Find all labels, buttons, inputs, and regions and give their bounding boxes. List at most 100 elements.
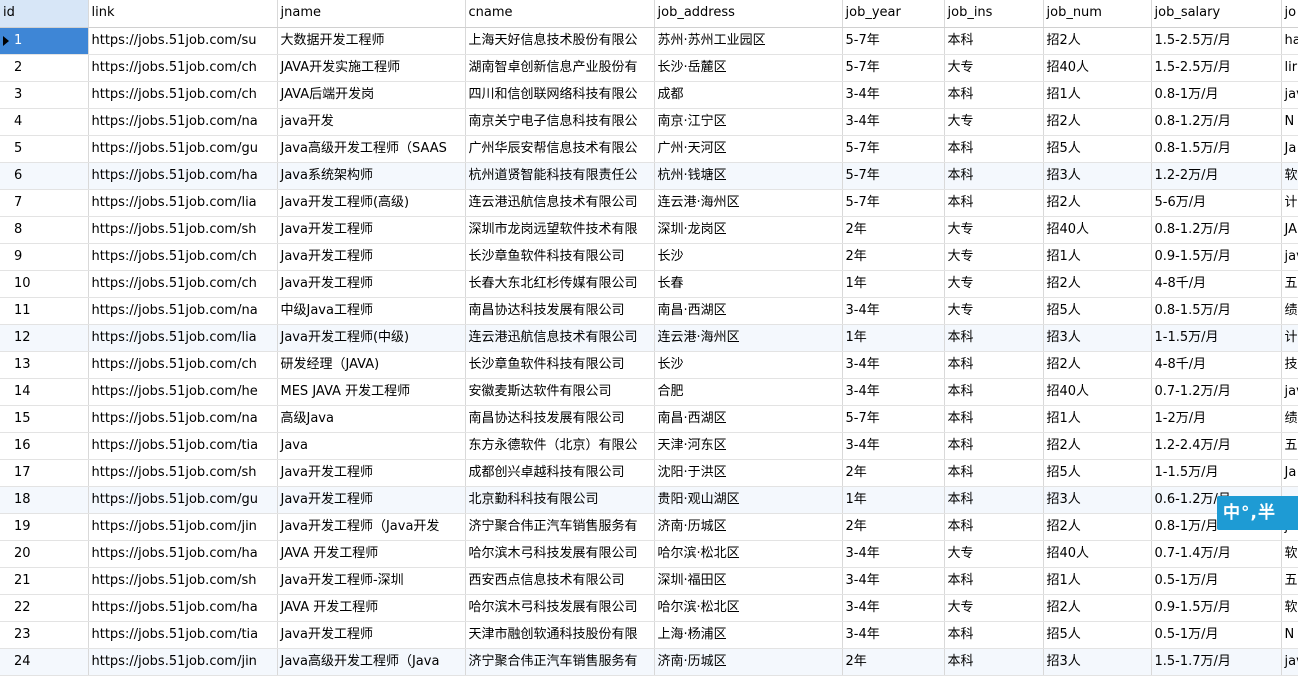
cell-job-address[interactable]: 连云港·海州区 xyxy=(654,189,843,217)
cell-job-ins[interactable]: 大专 xyxy=(944,297,1044,325)
cell-jname[interactable]: JAVA 开发工程师 xyxy=(277,594,466,622)
cell-cname[interactable]: 东方永德软件（北京）有限公 xyxy=(465,432,655,460)
table-row[interactable]: 4 https://jobs.51job.com/na java开发 南京关宁电子信息… xyxy=(0,108,1298,136)
cell-job-ins[interactable]: 本科 xyxy=(944,432,1044,460)
cell-jo[interactable]: N xyxy=(1281,621,1298,649)
cell-link[interactable]: https://jobs.51job.com/su xyxy=(88,27,278,55)
cell-cname[interactable]: 广州华辰安帮信息技术有限公 xyxy=(465,135,655,163)
cell-job-year[interactable]: 3-4年 xyxy=(842,594,945,622)
cell-job-ins[interactable]: 本科 xyxy=(944,351,1044,379)
cell-id[interactable]: 2 xyxy=(0,54,89,82)
cell-link[interactable]: https://jobs.51job.com/ch xyxy=(88,54,278,82)
cell-job-year[interactable]: 2年 xyxy=(842,459,945,487)
cell-job-address[interactable]: 连云港·海州区 xyxy=(654,324,843,352)
cell-job-num[interactable]: 招40人 xyxy=(1043,540,1152,568)
cell-job-salary[interactable]: 0.8-1.5万/月 xyxy=(1151,297,1282,325)
cell-jo[interactable]: jav xyxy=(1281,648,1298,676)
cell-job-address[interactable]: 合肥 xyxy=(654,378,843,406)
cell-job-salary[interactable]: 0.7-1.2万/月 xyxy=(1151,378,1282,406)
cell-id[interactable]: 14 xyxy=(0,378,89,406)
cell-job-address[interactable]: 沈阳·于洪区 xyxy=(654,459,843,487)
cell-job-year[interactable]: 5-7年 xyxy=(842,189,945,217)
cell-job-address[interactable]: 南昌·西湖区 xyxy=(654,297,843,325)
cell-cname[interactable]: 南昌协达科技发展有限公司 xyxy=(465,405,655,433)
cell-jo[interactable]: N xyxy=(1281,108,1298,136)
cell-job-address[interactable]: 天津·河东区 xyxy=(654,432,843,460)
cell-job-year[interactable]: 3-4年 xyxy=(842,432,945,460)
cell-link[interactable]: https://jobs.51job.com/he xyxy=(88,378,278,406)
cell-job-year[interactable]: 3-4年 xyxy=(842,621,945,649)
cell-jname[interactable]: Java系统架构师 xyxy=(277,162,466,190)
cell-cname[interactable]: 杭州道贤智能科技有限责任公 xyxy=(465,162,655,190)
cell-jo[interactable]: jav xyxy=(1281,378,1298,406)
cell-id[interactable]: 12 xyxy=(0,324,89,352)
cell-job-year[interactable]: 5-7年 xyxy=(842,135,945,163)
cell-jo[interactable]: 技 xyxy=(1281,351,1298,379)
cell-job-ins[interactable]: 本科 xyxy=(944,81,1044,109)
cell-jname[interactable]: Java开发工程师 xyxy=(277,270,466,298)
cell-job-year[interactable]: 5-7年 xyxy=(842,54,945,82)
table-row[interactable]: 22 https://jobs.51job.com/ha JAVA 开发工程师 哈尔滨… xyxy=(0,594,1298,622)
cell-job-salary[interactable]: 0.8-1.2万/月 xyxy=(1151,216,1282,244)
cell-job-ins[interactable]: 本科 xyxy=(944,486,1044,514)
cell-jo[interactable]: 软 xyxy=(1281,540,1298,568)
cell-job-year[interactable]: 3-4年 xyxy=(842,297,945,325)
cell-job-address[interactable]: 深圳·福田区 xyxy=(654,567,843,595)
cell-job-ins[interactable]: 大专 xyxy=(944,540,1044,568)
cell-job-num[interactable]: 招40人 xyxy=(1043,54,1152,82)
cell-jo[interactable]: 计 xyxy=(1281,189,1298,217)
cell-cname[interactable]: 连云港迅航信息技术有限公司 xyxy=(465,324,655,352)
cell-job-salary[interactable]: 0.8-1.5万/月 xyxy=(1151,135,1282,163)
cell-jname[interactable]: Java开发工程师（Java开发 xyxy=(277,513,466,541)
table-row[interactable]: 6 https://jobs.51job.com/ha Java系统架构师 杭州道贤智… xyxy=(0,162,1298,190)
cell-id[interactable]: 17 xyxy=(0,459,89,487)
cell-job-num[interactable]: 招2人 xyxy=(1043,513,1152,541)
ime-status-indicator[interactable]: 中°,半 xyxy=(1217,496,1298,530)
cell-link[interactable]: https://jobs.51job.com/ha xyxy=(88,162,278,190)
cell-jo[interactable]: lir xyxy=(1281,54,1298,82)
cell-jname[interactable]: 研发经理（JAVA) xyxy=(277,351,466,379)
column-header-cname[interactable]: cname xyxy=(465,0,655,28)
cell-link[interactable]: https://jobs.51job.com/ch xyxy=(88,81,278,109)
cell-cname[interactable]: 深圳市龙岗远望软件技术有限 xyxy=(465,216,655,244)
cell-id[interactable]: 6 xyxy=(0,162,89,190)
cell-job-ins[interactable]: 大专 xyxy=(944,54,1044,82)
cell-job-num[interactable]: 招5人 xyxy=(1043,135,1152,163)
cell-job-address[interactable]: 长春 xyxy=(654,270,843,298)
cell-jname[interactable]: 大数据开发工程师 xyxy=(277,27,466,55)
cell-job-ins[interactable]: 本科 xyxy=(944,162,1044,190)
cell-job-address[interactable]: 杭州·钱塘区 xyxy=(654,162,843,190)
column-header-job-year[interactable]: job_year xyxy=(842,0,945,28)
cell-job-num[interactable]: 招2人 xyxy=(1043,270,1152,298)
table-row[interactable]: 12 https://jobs.51job.com/lia Java开发工程师(中级… xyxy=(0,324,1298,352)
cell-link[interactable]: https://jobs.51job.com/gu xyxy=(88,135,278,163)
cell-job-salary[interactable]: 4-8千/月 xyxy=(1151,351,1282,379)
cell-jo[interactable]: 软 xyxy=(1281,162,1298,190)
cell-job-num[interactable]: 招5人 xyxy=(1043,459,1152,487)
cell-job-year[interactable]: 3-4年 xyxy=(842,567,945,595)
cell-job-num[interactable]: 招2人 xyxy=(1043,27,1152,55)
cell-job-ins[interactable]: 本科 xyxy=(944,567,1044,595)
cell-link[interactable]: https://jobs.51job.com/na xyxy=(88,297,278,325)
cell-job-year[interactable]: 3-4年 xyxy=(842,540,945,568)
cell-link[interactable]: https://jobs.51job.com/ch xyxy=(88,243,278,271)
cell-cname[interactable]: 天津市融创软通科技股份有限 xyxy=(465,621,655,649)
cell-job-year[interactable]: 1年 xyxy=(842,486,945,514)
cell-job-address[interactable]: 长沙 xyxy=(654,243,843,271)
cell-id[interactable]: 24 xyxy=(0,648,89,676)
cell-id[interactable]: 13 xyxy=(0,351,89,379)
cell-job-year[interactable]: 3-4年 xyxy=(842,108,945,136)
cell-jo[interactable]: 绩 xyxy=(1281,297,1298,325)
table-row[interactable]: 10 https://jobs.51job.com/ch Java开发工程师 长春大东… xyxy=(0,270,1298,298)
cell-id[interactable]: 22 xyxy=(0,594,89,622)
cell-job-ins[interactable]: 大专 xyxy=(944,216,1044,244)
cell-job-address[interactable]: 贵阳·观山湖区 xyxy=(654,486,843,514)
cell-job-num[interactable]: 招2人 xyxy=(1043,594,1152,622)
cell-job-num[interactable]: 招5人 xyxy=(1043,297,1152,325)
cell-link[interactable]: https://jobs.51job.com/tia xyxy=(88,621,278,649)
cell-job-num[interactable]: 招3人 xyxy=(1043,324,1152,352)
cell-job-address[interactable]: 哈尔滨·松北区 xyxy=(654,594,843,622)
cell-job-year[interactable]: 5-7年 xyxy=(842,27,945,55)
cell-job-year[interactable]: 3-4年 xyxy=(842,351,945,379)
cell-job-num[interactable]: 招2人 xyxy=(1043,351,1152,379)
